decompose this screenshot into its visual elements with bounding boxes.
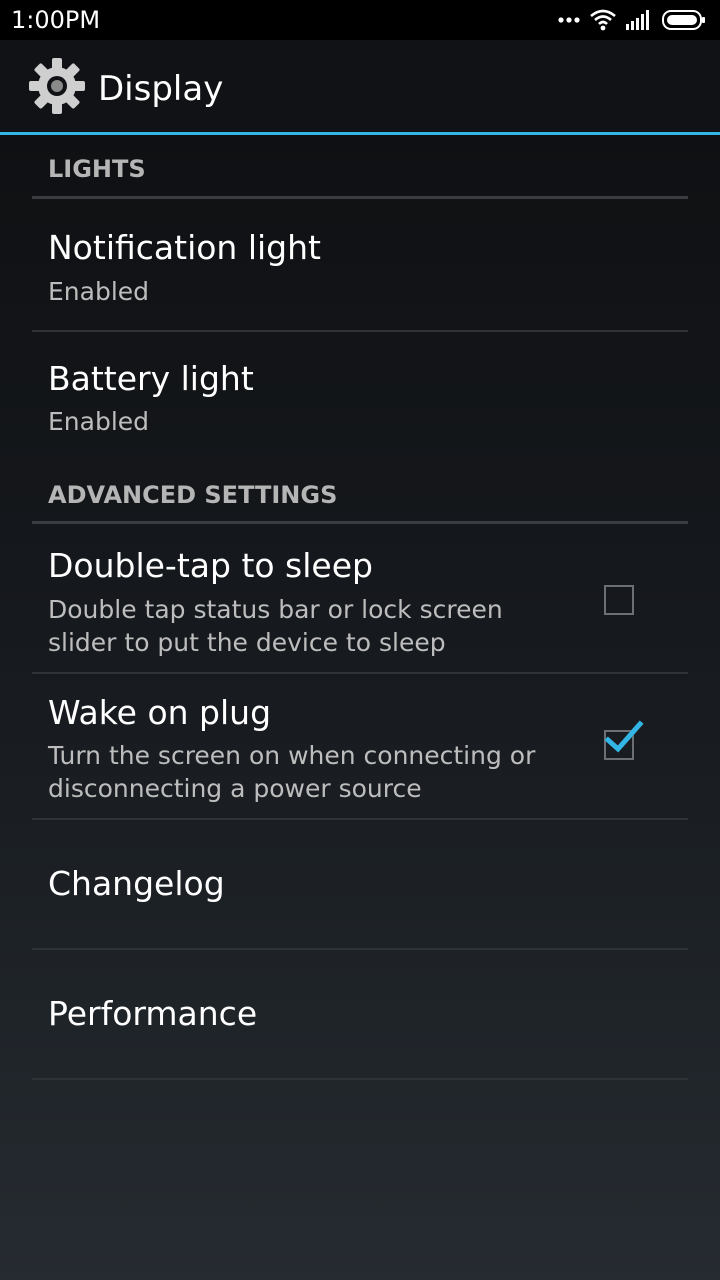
pref-summary: Enabled [48, 277, 150, 306]
wifi-icon [590, 9, 616, 31]
pref-title: Notification light [48, 228, 321, 267]
pref-title: Performance [48, 994, 258, 1033]
battery-icon [662, 10, 706, 30]
pref-notification-light[interactable]: Notification light Enabled [0, 199, 720, 330]
pref-performance[interactable]: Performance [0, 950, 720, 1078]
pref-summary: Enabled [48, 407, 150, 436]
list-divider [32, 1078, 688, 1080]
section-header-lights: LIGHTS [48, 155, 146, 183]
checkmark-icon [604, 720, 644, 753]
double-tap-to-sleep-checkbox[interactable] [604, 585, 634, 615]
section-header-advanced-settings: ADVANCED SETTINGS [48, 481, 338, 509]
wake-on-plug-checkbox[interactable] [604, 720, 644, 760]
pref-summary: Turn the screen on when connecting or di… [48, 741, 536, 803]
pref-wake-on-plug[interactable]: Wake on plug Turn the screen on when con… [0, 674, 720, 818]
gear-icon[interactable] [28, 57, 86, 115]
pref-title: Double-tap to sleep [48, 546, 373, 585]
more-dots-icon [558, 16, 580, 24]
pref-title: Battery light [48, 359, 254, 398]
status-bar: 1:00PM [0, 0, 720, 40]
cell-signal-icon [626, 10, 650, 30]
pref-summary: Double tap status bar or lock screen sli… [48, 595, 503, 657]
pref-title: Changelog [48, 864, 225, 903]
pref-battery-light[interactable]: Battery light Enabled [0, 332, 720, 460]
pref-changelog[interactable]: Changelog [0, 820, 720, 948]
page-title: Display [98, 69, 224, 109]
pref-double-tap-to-sleep[interactable]: Double-tap to sleep Double tap status ba… [0, 524, 720, 672]
status-icons [558, 6, 706, 34]
pref-title: Wake on plug [48, 693, 272, 732]
action-bar-accent-line [0, 132, 720, 135]
status-time: 1:00PM [11, 6, 101, 34]
